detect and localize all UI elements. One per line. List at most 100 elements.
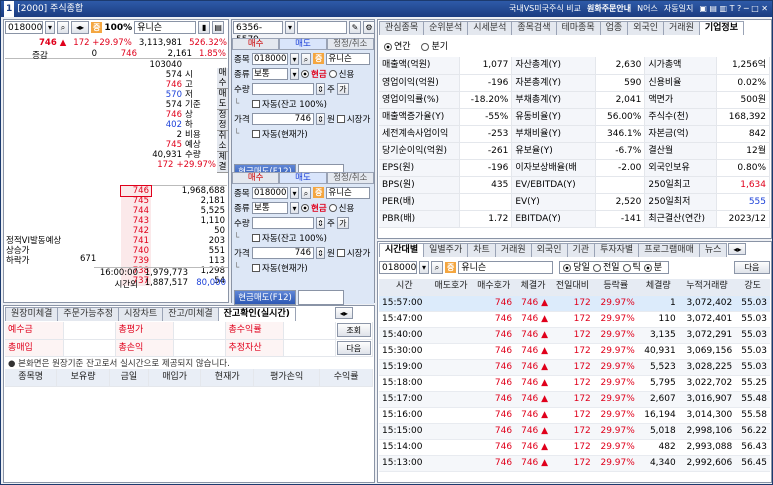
next-button[interactable]: 다음: [336, 340, 371, 355]
ask-row[interactable]: 745 2,181: [121, 196, 227, 206]
side-tab-char[interactable]: 정: [217, 110, 228, 120]
side-tab-char[interactable]: 정: [217, 120, 228, 131]
order-type-select[interactable]: 보통: [252, 67, 288, 80]
balance-tab-scroll[interactable]: ◂▸: [334, 307, 353, 319]
trade-col-header[interactable]: 매수호가: [472, 279, 516, 296]
trade-code-input[interactable]: 018000: [379, 261, 417, 274]
balance-col-header[interactable]: 종목명: [5, 369, 58, 387]
trade-row[interactable]: 15:14:00 746 746 ▲ 172 29.97% 482 2,993,088 56.…: [379, 439, 770, 456]
info-tab[interactable]: 테마종목: [555, 21, 601, 35]
trade-row[interactable]: 15:19:00 746 746 ▲ 172 29.97% 5,523 3,028,225 5…: [379, 359, 770, 376]
order-tab-modify[interactable]: 정정/취소: [326, 172, 374, 184]
trade-col-header[interactable]: 시간: [379, 279, 430, 296]
radio-cash[interactable]: 현금: [301, 202, 327, 214]
account-input[interactable]: 6356-5579: [233, 21, 283, 45]
period-radio[interactable]: 전일: [592, 263, 620, 273]
link-earth[interactable]: N어스: [637, 1, 658, 17]
info-tab[interactable]: 거래원: [663, 21, 700, 35]
side-tab-char[interactable]: 체: [217, 152, 228, 162]
trade-tab[interactable]: 프로그램매매: [638, 243, 700, 257]
period-radio[interactable]: 당일: [563, 263, 590, 273]
balance-tab[interactable]: 주문가능추정: [57, 307, 120, 321]
balance-col-header[interactable]: 매입가: [148, 369, 202, 387]
trade-col-header[interactable]: 체결가: [515, 279, 552, 296]
order-type-dropdown[interactable]: ▾: [290, 201, 299, 214]
link-compare[interactable]: 국내VS미국주식 비교: [509, 1, 581, 17]
balance-col-header[interactable]: 보유량: [56, 369, 110, 387]
period-radio[interactable]: 틱: [622, 263, 641, 273]
trade-tab[interactable]: 일별주가: [423, 243, 469, 257]
price-input[interactable]: 746: [252, 246, 314, 259]
qty-avail-button[interactable]: 가: [336, 216, 349, 229]
side-tab-char[interactable]: 매: [217, 89, 228, 99]
order-code-dropdown[interactable]: ▾: [290, 52, 299, 65]
ask-row[interactable]: 743 1,110: [121, 216, 227, 226]
qty-avail-button[interactable]: 가: [336, 82, 349, 95]
account-dropdown-button[interactable]: ▾: [285, 21, 295, 34]
market-price-checkbox[interactable]: 시장가: [336, 113, 370, 125]
trade-col-header[interactable]: 매도호가: [429, 279, 473, 296]
side-tab-char[interactable]: 도: [217, 99, 228, 110]
trade-search-icon[interactable]: ⌕: [431, 261, 443, 274]
trade-code-dropdown[interactable]: ▾: [419, 261, 429, 274]
trade-row[interactable]: 15:15:00 746 746 ▲ 172 29.97% 5,018 2,998,106 5…: [379, 423, 770, 440]
order-code-input[interactable]: 018000: [252, 52, 288, 65]
info-tab[interactable]: 관심종목: [379, 21, 425, 35]
trade-tab[interactable]: 차트: [467, 243, 496, 257]
market-price-checkbox[interactable]: 시장가: [336, 247, 370, 259]
trade-row[interactable]: 15:40:00 746 746 ▲ 172 29.97% 3,135 3,072,291 5…: [379, 327, 770, 344]
info-tab[interactable]: 업종: [599, 21, 629, 35]
link-auto-journal[interactable]: 자동일지: [664, 1, 693, 17]
trade-col-header[interactable]: 강도: [735, 279, 770, 296]
info-tab[interactable]: 시세분석: [467, 21, 513, 35]
price-input[interactable]: 746: [252, 112, 314, 125]
order-tab-modify[interactable]: 정정/취소: [326, 38, 374, 50]
qty-input[interactable]: [252, 82, 314, 95]
order-search-icon[interactable]: ⌕: [301, 186, 311, 199]
auto-price-checkbox[interactable]: 자동(현재가): [252, 128, 308, 140]
order-type-select[interactable]: 보통: [252, 201, 288, 214]
side-tab-char[interactable]: 수: [217, 78, 228, 89]
order-type-dropdown[interactable]: ▾: [290, 67, 299, 80]
link-krw-order[interactable]: 원화주문안내: [587, 1, 631, 17]
price-stepper[interactable]: ⇕: [316, 246, 325, 259]
order-code-input[interactable]: 018000: [252, 186, 288, 199]
order-tab-sell[interactable]: 매도: [279, 172, 327, 184]
radio-quarter[interactable]: 분기: [421, 42, 448, 52]
radio-cash[interactable]: 현금: [301, 68, 327, 80]
trade-row[interactable]: 15:13:00 746 746 ▲ 172 29.97% 4,340 2,992,606 5…: [379, 455, 770, 472]
trade-tab[interactable]: 기관: [566, 243, 596, 257]
balance-tab[interactable]: 원장미체결: [5, 307, 59, 321]
memo-icon[interactable]: ▤: [212, 21, 225, 34]
trade-col-header[interactable]: 전일대비: [551, 279, 594, 296]
settings-icon[interactable]: ⚙: [363, 21, 375, 34]
side-tab-char[interactable]: 매: [217, 68, 228, 78]
balance-col-header[interactable]: 금일: [109, 369, 149, 387]
order-tab-sell[interactable]: 매도: [279, 38, 327, 50]
radio-annual[interactable]: 연간: [384, 42, 411, 52]
stock-code-input[interactable]: 018000: [5, 21, 43, 34]
prev-next-button[interactable]: ◂▸: [71, 21, 89, 34]
code-dropdown-button[interactable]: ▾: [45, 21, 55, 34]
side-tab-char[interactable]: 취: [217, 131, 228, 141]
qty-stepper[interactable]: ⇕: [316, 82, 325, 95]
balance-tab[interactable]: 잔고/미체결: [162, 307, 219, 321]
order-search-icon[interactable]: ⌕: [301, 52, 311, 65]
trade-tab[interactable]: 외국인: [530, 243, 568, 257]
price-stepper[interactable]: ⇕: [316, 112, 325, 125]
trade-tab[interactable]: 거래원: [494, 243, 532, 257]
radio-credit[interactable]: 신용: [328, 202, 354, 214]
window-controls-icon[interactable]: ▣ ▤ ▥ T ? ─ □ ✕: [699, 1, 768, 17]
balance-col-header[interactable]: 현재가: [200, 369, 255, 387]
trade-col-header[interactable]: 누적거래량: [678, 279, 736, 296]
search-icon[interactable]: ⌕: [57, 21, 69, 34]
password-input[interactable]: [297, 21, 347, 34]
side-tab-char[interactable]: 결: [217, 162, 228, 173]
query-button[interactable]: 조회: [336, 323, 371, 338]
trade-row[interactable]: 15:30:00 746 746 ▲ 172 29.97% 40,931 3,069,156…: [379, 343, 770, 360]
cash-sell-button[interactable]: 현금매도(F12): [234, 290, 296, 305]
qty-input[interactable]: [252, 216, 314, 229]
trade-row[interactable]: 15:57:00 746 746 ▲ 172 29.97% 1 3,072,402 55.03: [379, 295, 770, 312]
ask-row[interactable]: 740 551: [121, 246, 227, 256]
edit-icon[interactable]: ✎: [349, 21, 361, 34]
